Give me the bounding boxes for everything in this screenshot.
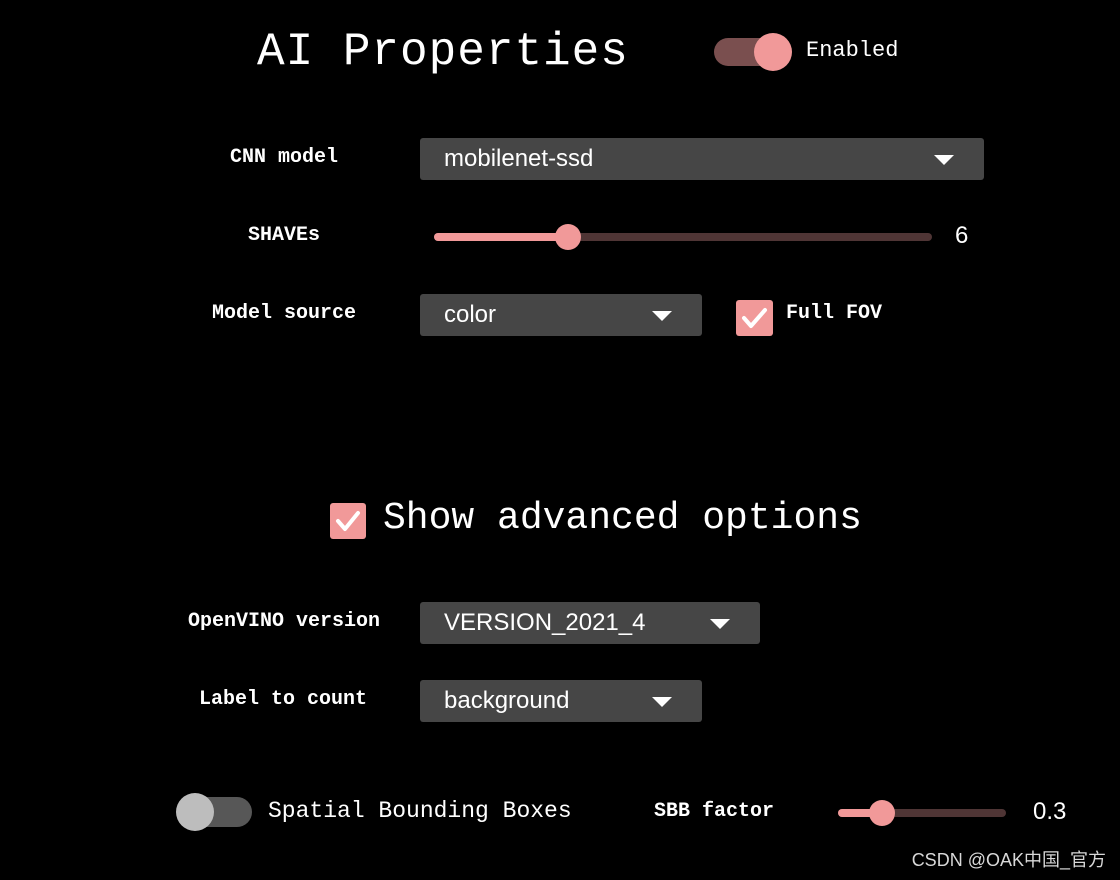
shaves-label: SHAVEs bbox=[247, 224, 320, 247]
openvino-select[interactable]: VERSION_2021_4 bbox=[420, 602, 760, 644]
toggle-knob bbox=[754, 33, 792, 71]
toggle-knob bbox=[176, 793, 214, 831]
label-to-count-select[interactable]: background bbox=[420, 680, 702, 722]
label-to-count-value: background bbox=[444, 687, 570, 714]
model-source-select[interactable]: color bbox=[420, 294, 702, 336]
chevron-down-icon bbox=[934, 155, 954, 165]
sbb-factor-value: 0.3 bbox=[1033, 798, 1067, 825]
openvino-label: OpenVINO version bbox=[187, 610, 381, 633]
spatial-bounding-boxes-label: Spatial Bounding Boxes bbox=[268, 798, 572, 824]
cnn-model-label: CNN model bbox=[229, 146, 339, 169]
watermark: CSDN @OAK中国_官方 bbox=[911, 850, 1106, 870]
advanced-options-checkbox[interactable] bbox=[330, 503, 366, 539]
chevron-down-icon bbox=[652, 311, 672, 321]
cnn-model-select[interactable]: mobilenet-ssd bbox=[420, 138, 984, 180]
check-icon bbox=[742, 308, 767, 328]
openvino-value: VERSION_2021_4 bbox=[444, 609, 646, 636]
slider-fill bbox=[434, 233, 569, 241]
model-source-value: color bbox=[444, 301, 497, 328]
page-title: AI Properties bbox=[257, 26, 629, 78]
chevron-down-icon bbox=[710, 619, 730, 629]
cnn-model-value: mobilenet-ssd bbox=[444, 145, 594, 172]
slider-thumb[interactable] bbox=[555, 224, 582, 250]
sbb-factor-label: SBB factor bbox=[654, 800, 775, 823]
slider-thumb[interactable] bbox=[868, 800, 895, 826]
sbb-factor-slider[interactable] bbox=[838, 795, 1006, 831]
ai-enabled-toggle[interactable] bbox=[714, 33, 792, 71]
advanced-options-label: Show advanced options bbox=[383, 497, 862, 540]
shaves-slider[interactable] bbox=[434, 219, 932, 255]
shaves-value: 6 bbox=[955, 222, 969, 249]
chevron-down-icon bbox=[652, 697, 672, 707]
model-source-label: Model source bbox=[211, 302, 357, 325]
spatial-bounding-boxes-toggle[interactable] bbox=[176, 793, 252, 831]
label-to-count-label: Label to count bbox=[198, 688, 368, 711]
full-fov-label: Full FOV bbox=[786, 302, 883, 325]
full-fov-checkbox[interactable] bbox=[736, 300, 773, 336]
enabled-label: Enabled bbox=[806, 38, 899, 63]
check-icon bbox=[336, 511, 360, 531]
